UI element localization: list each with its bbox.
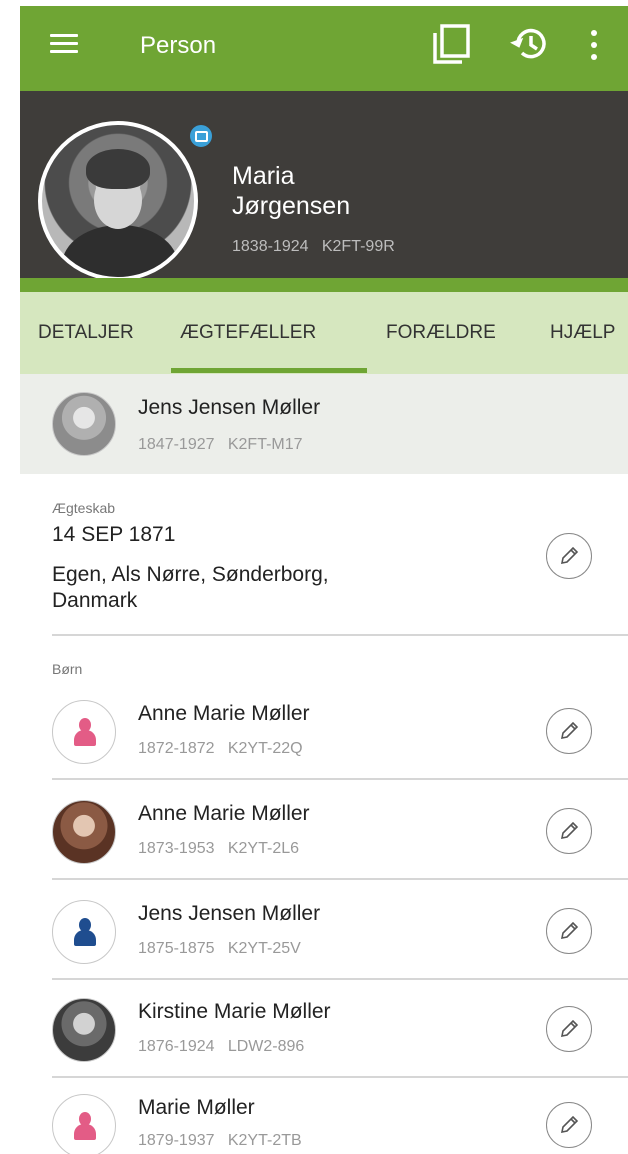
contact-card-icon[interactable] xyxy=(188,123,214,149)
person-last-name: Jørgensen xyxy=(232,192,351,220)
child-name: Marie Møller xyxy=(138,1096,255,1119)
child-dates-id: 1876-1924 LDW2-896 xyxy=(138,1038,305,1055)
divider xyxy=(52,634,628,636)
male-icon xyxy=(52,900,116,964)
app-bar: Person xyxy=(20,6,628,91)
menu-icon[interactable] xyxy=(50,32,78,54)
child-name: Jens Jensen Møller xyxy=(138,902,321,925)
person-first-name: Maria xyxy=(232,162,295,190)
edit-marriage-button[interactable] xyxy=(546,533,592,579)
edit-child-button[interactable] xyxy=(546,1102,592,1148)
child-dates-id: 1875-1875 K2YT-25V xyxy=(138,940,301,957)
tab-parents[interactable]: FORÆLDRE xyxy=(386,322,496,344)
tab-bar: DETALJER ÆGTEFÆLLER FORÆLDRE HJÆLP xyxy=(20,292,628,374)
copy-icon[interactable] xyxy=(432,24,470,64)
header-accent-strip xyxy=(20,278,628,292)
pencil-icon xyxy=(560,1019,579,1038)
child-name: Anne Marie Møller xyxy=(138,802,310,825)
child-row[interactable]: Anne Marie Møller 1872-1872 K2YT-22Q xyxy=(20,682,628,780)
pencil-icon xyxy=(560,1115,579,1134)
more-vert-icon[interactable] xyxy=(582,28,606,62)
child-row[interactable]: Jens Jensen Møller 1875-1875 K2YT-25V xyxy=(20,882,628,980)
edit-child-button[interactable] xyxy=(546,708,592,754)
spouse-name: Jens Jensen Møller xyxy=(138,396,321,419)
marriage-label: Ægteskab xyxy=(52,500,116,516)
spouse-avatar xyxy=(52,392,116,456)
tab-details[interactable]: DETALJER xyxy=(38,322,134,344)
child-dates-id: 1879-1937 K2YT-2TB xyxy=(138,1132,302,1149)
tab-spouses[interactable]: ÆGTEFÆLLER xyxy=(180,322,316,344)
person-dates-id: 1838-1924 K2FT-99R xyxy=(232,238,395,255)
person-header: Maria Jørgensen 1838-1924 K2FT-99R xyxy=(20,91,628,292)
spouse-row[interactable]: Jens Jensen Møller 1847-1927 K2FT-M17 xyxy=(20,374,628,474)
female-icon xyxy=(52,1094,116,1154)
child-row[interactable]: Kirstine Marie Møller 1876-1924 LDW2-896 xyxy=(20,982,628,1080)
pencil-icon xyxy=(560,721,579,740)
children-label: Børn xyxy=(52,661,83,677)
child-photo xyxy=(52,800,116,864)
child-name: Anne Marie Møller xyxy=(138,702,310,725)
female-icon xyxy=(52,700,116,764)
spouse-dates-id: 1847-1927 K2FT-M17 xyxy=(138,436,303,453)
child-name: Kirstine Marie Møller xyxy=(138,1000,331,1023)
divider xyxy=(52,1076,628,1078)
history-icon[interactable] xyxy=(510,24,550,64)
child-dates-id: 1873-1953 K2YT-2L6 xyxy=(138,840,300,857)
child-photo xyxy=(52,998,116,1062)
edit-child-button[interactable] xyxy=(546,808,592,854)
divider xyxy=(52,978,628,980)
tab-help[interactable]: HJÆLP xyxy=(550,322,615,344)
marriage-date: 14 SEP 1871 xyxy=(52,523,176,546)
child-row[interactable]: Anne Marie Møller 1873-1953 K2YT-2L6 xyxy=(20,782,628,880)
edit-child-button[interactable] xyxy=(546,908,592,954)
pencil-icon xyxy=(560,821,579,840)
divider xyxy=(52,878,628,880)
person-portrait[interactable] xyxy=(38,121,198,281)
screen: Person Maria Jørgensen 1838-1924 K2FT-99… xyxy=(20,6,628,1154)
edit-child-button[interactable] xyxy=(546,1006,592,1052)
child-dates-id: 1872-1872 K2YT-22Q xyxy=(138,740,303,757)
marriage-place: Egen, Als Nørre, Sønderborg, Danmark xyxy=(52,563,329,612)
child-row[interactable]: Marie Møller 1879-1937 K2YT-2TB xyxy=(20,1080,628,1154)
active-tab-indicator xyxy=(171,368,367,373)
pencil-icon xyxy=(560,921,579,940)
app-title: Person xyxy=(140,32,217,59)
person-name: Maria Jørgensen xyxy=(232,161,350,221)
pencil-icon xyxy=(560,546,579,565)
divider xyxy=(52,778,628,780)
